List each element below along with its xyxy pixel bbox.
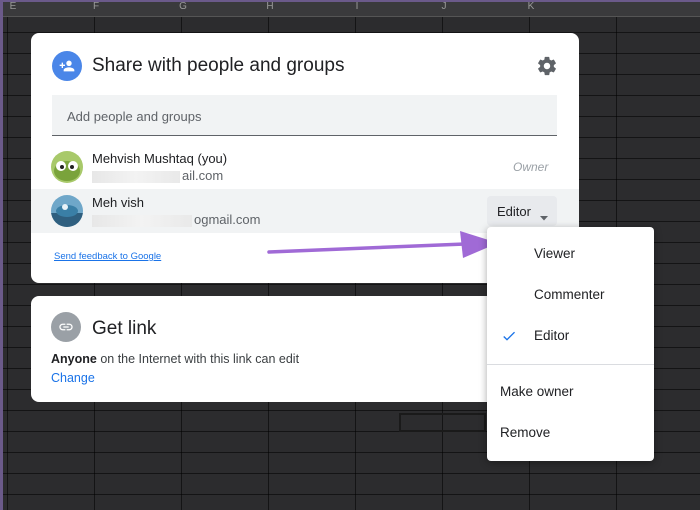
person-email: ail.com [92,168,223,183]
window-border [0,0,700,2]
role-dropdown-button[interactable]: Editor [487,196,557,226]
selected-cell[interactable] [399,413,486,432]
menu-item-editor[interactable]: Editor [487,318,654,354]
annotation-arrow-icon [267,231,498,258]
check-icon [501,328,517,344]
person-name: Meh vish [92,195,145,210]
person-row: Mehvish Mushtaq (you) ail.com Owner [31,145,579,189]
redacted-email [92,214,192,227]
column-header[interactable]: E [3,1,23,12]
menu-item-make-owner[interactable]: Make owner [487,374,654,410]
menu-item-viewer[interactable]: Viewer [487,236,654,272]
column-header[interactable]: J [434,1,454,12]
send-feedback-link[interactable]: Send feedback to Google [54,251,161,262]
column-header[interactable]: H [260,1,280,12]
redacted-email [92,170,180,183]
gear-icon[interactable] [536,55,558,77]
menu-item-commenter[interactable]: Commenter [487,277,654,313]
person-email: ogmail.com [92,212,260,227]
link-access-description: Anyone on the Internet with this link ca… [51,352,300,366]
role-dropdown-label: Editor [497,204,531,219]
window-border [0,0,3,510]
add-people-input[interactable] [65,108,549,125]
change-link-button[interactable]: Change [51,371,95,385]
column-header-row: E F G H I J K [0,0,700,17]
person-add-icon [52,51,82,81]
caret-down-icon [540,209,548,224]
owner-role-label: Owner [513,160,549,174]
avatar [51,151,83,183]
get-link-title: Get link [92,318,157,339]
column-header[interactable]: G [173,1,193,12]
column-header[interactable]: I [347,1,367,12]
link-icon [51,312,81,342]
column-header[interactable]: F [86,1,106,12]
column-header[interactable]: K [521,1,541,12]
dialog-title: Share with people and groups [92,55,345,76]
menu-divider [487,364,654,365]
person-name: Mehvish Mushtaq (you) [92,151,228,166]
add-people-field[interactable] [52,95,557,136]
avatar [51,195,83,227]
role-menu: Viewer Commenter Editor Make owner Remov… [487,227,654,461]
menu-item-remove[interactable]: Remove [487,415,654,451]
